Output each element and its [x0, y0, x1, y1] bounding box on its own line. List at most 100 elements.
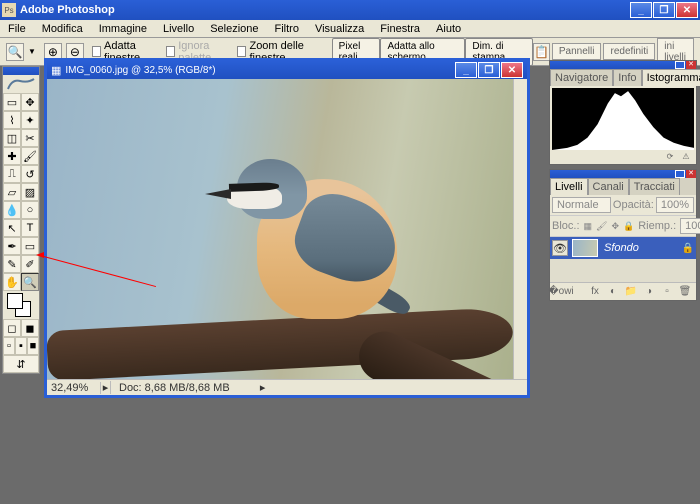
zoom-tool-icon[interactable]: 🔍 — [6, 43, 24, 61]
app-titlebar: Ps Adobe Photoshop _ ❐ ✕ — [0, 0, 700, 20]
status-menu-icon[interactable]: ▸ — [256, 381, 270, 394]
screenmode-1[interactable]: ▫ — [3, 337, 15, 355]
menu-view[interactable]: Visualizza — [307, 21, 372, 37]
adjustment-layer-icon[interactable]: ◑ — [642, 285, 656, 299]
layer-row[interactable]: 👁 Sfondo 🔒 — [550, 237, 696, 259]
tab-layers[interactable]: Livelli — [550, 178, 588, 195]
menu-help[interactable]: Aiuto — [428, 21, 469, 37]
heal-tool[interactable]: ✚ — [3, 147, 21, 165]
canvas[interactable] — [47, 79, 513, 379]
lasso-tool[interactable]: ⌇ — [3, 111, 21, 129]
tab-channels[interactable]: Canali — [588, 178, 629, 195]
blend-mode-select[interactable]: Normale — [552, 197, 611, 213]
maximize-button[interactable]: ❐ — [653, 2, 675, 18]
menu-layer[interactable]: Livello — [155, 21, 202, 37]
menubar: File Modifica Immagine Livello Selezione… — [0, 20, 700, 38]
move-tool[interactable]: ✥ — [21, 93, 39, 111]
pen-tool[interactable]: ✒ — [3, 237, 21, 255]
delete-layer-icon[interactable]: 🗑 — [678, 285, 692, 299]
wand-tool[interactable]: ✦ — [21, 111, 39, 129]
palette-well-icon[interactable]: 📋 — [533, 43, 550, 61]
minimize-button[interactable]: _ — [630, 2, 652, 18]
eraser-tool[interactable]: ▱ — [3, 183, 21, 201]
layer-list: 👁 Sfondo 🔒 — [550, 237, 696, 282]
panel-min-button[interactable] — [675, 61, 685, 69]
stamp-tool[interactable]: ⎍ — [3, 165, 21, 183]
layers-panel-min-button[interactable] — [675, 170, 685, 178]
notes-tool[interactable]: ✎ — [3, 255, 21, 273]
path-tool[interactable]: ↖ — [3, 219, 21, 237]
app-title: Adobe Photoshop — [20, 4, 630, 16]
screenmode-2[interactable]: ▪ — [15, 337, 27, 355]
doc-size: Doc: 8,68 MB/8,68 MB — [111, 382, 256, 394]
color-swatches[interactable] — [3, 291, 39, 319]
menu-edit[interactable]: Modifica — [34, 21, 91, 37]
document-icon: ▦ — [51, 64, 61, 77]
app-icon: Ps — [2, 3, 16, 17]
lock-label: Bloc.: — [552, 220, 580, 232]
new-group-icon[interactable]: 📁 — [624, 285, 638, 299]
lock-position-icon[interactable]: ✥ — [611, 220, 619, 232]
history-brush-tool[interactable]: ↺ — [21, 165, 39, 183]
layer-style-icon[interactable]: fx — [588, 285, 602, 299]
doc-close-button[interactable]: ✕ — [501, 62, 523, 78]
dropdown-icon[interactable]: ▼ — [28, 47, 36, 56]
lock-all-icon[interactable]: 🔒 — [623, 220, 634, 232]
zoom-level[interactable]: 32,49% — [47, 382, 101, 394]
quickmask-off[interactable]: ◻ — [3, 319, 21, 337]
close-button[interactable]: ✕ — [676, 2, 698, 18]
zoom-tool[interactable]: 🔍 — [21, 273, 39, 291]
menu-file[interactable]: File — [0, 21, 34, 37]
opacity-input[interactable]: 100% — [656, 197, 694, 213]
vertical-scrollbar[interactable] — [513, 79, 527, 379]
layers-panel: ✕ Livelli Canali Tracciati Normale Opaci… — [549, 169, 697, 301]
dodge-tool[interactable]: ○ — [21, 201, 39, 219]
fill-input[interactable]: 100% — [680, 218, 700, 234]
presets-tab[interactable]: redefiniti — [603, 43, 655, 60]
link-layers-icon[interactable]: �owi — [554, 285, 568, 299]
type-tool[interactable]: T — [21, 219, 39, 237]
brush-tool[interactable]: 🖌 — [21, 147, 39, 165]
tab-histogram[interactable]: Istogramma — [642, 69, 700, 86]
gradient-tool[interactable]: ▨ — [21, 183, 39, 201]
slice-tool[interactable]: ✂ — [21, 129, 39, 147]
tab-paths[interactable]: Tracciati — [629, 178, 680, 195]
blur-tool[interactable]: 💧 — [3, 201, 21, 219]
menu-image[interactable]: Immagine — [91, 21, 155, 37]
quickmask-on[interactable]: ◼ — [21, 319, 39, 337]
screenmode-3[interactable]: ■ — [27, 337, 39, 355]
panel-close-button[interactable]: ✕ — [686, 61, 696, 69]
histogram-refresh-icon[interactable]: ⟳ — [664, 152, 676, 162]
lock-transparent-icon[interactable]: ▦ — [584, 220, 593, 232]
histogram-warning-icon[interactable]: ⚠ — [680, 152, 692, 162]
jump-imageready[interactable]: ⇵ — [3, 355, 39, 373]
document-title: IMG_0060.jpg @ 32,5% (RGB/8*) — [65, 65, 455, 76]
doc-minimize-button[interactable]: _ — [455, 62, 477, 78]
layer-lock-icon: 🔒 — [682, 243, 694, 254]
status-arrow-icon[interactable]: ▸ — [101, 381, 111, 394]
layer-name[interactable]: Sfondo — [604, 242, 682, 254]
layers-panel-close-button[interactable]: ✕ — [686, 170, 696, 178]
layer-visibility-icon[interactable]: 👁 — [552, 240, 568, 256]
layer-mask-icon[interactable]: ◐ — [606, 285, 620, 299]
new-layer-icon[interactable]: ▫ — [660, 285, 674, 299]
tab-info[interactable]: Info — [613, 69, 641, 86]
document-window: ▦ IMG_0060.jpg @ 32,5% (RGB/8*) _ ❐ ✕ 32… — [44, 58, 530, 398]
menu-window[interactable]: Finestra — [372, 21, 428, 37]
marquee-tool[interactable]: ▭ — [3, 93, 21, 111]
menu-select[interactable]: Selezione — [202, 21, 266, 37]
toolbox: ▭✥ ⌇✦ ◫✂ ✚🖌 ⎍↺ ▱▨ 💧○ ↖T ✒▭ ✎✐ ✋🔍 ◻◼ ▫▪■ … — [2, 66, 40, 374]
menu-filter[interactable]: Filtro — [267, 21, 307, 37]
layer-thumbnail[interactable] — [572, 239, 598, 257]
lock-image-icon[interactable]: 🖌 — [596, 220, 607, 232]
panels-tab[interactable]: Pannelli — [552, 43, 602, 60]
tab-navigator[interactable]: Navigatore — [550, 69, 613, 86]
crop-tool[interactable]: ◫ — [3, 129, 21, 147]
document-titlebar[interactable]: ▦ IMG_0060.jpg @ 32,5% (RGB/8*) _ ❐ ✕ — [47, 61, 527, 79]
annotation-arrow-head — [36, 252, 44, 258]
hand-tool[interactable]: ✋ — [3, 273, 21, 291]
foreground-color[interactable] — [7, 293, 23, 309]
photoshop-logo-icon — [6, 77, 36, 91]
doc-maximize-button[interactable]: ❐ — [478, 62, 500, 78]
opacity-label: Opacità: — [613, 199, 654, 211]
